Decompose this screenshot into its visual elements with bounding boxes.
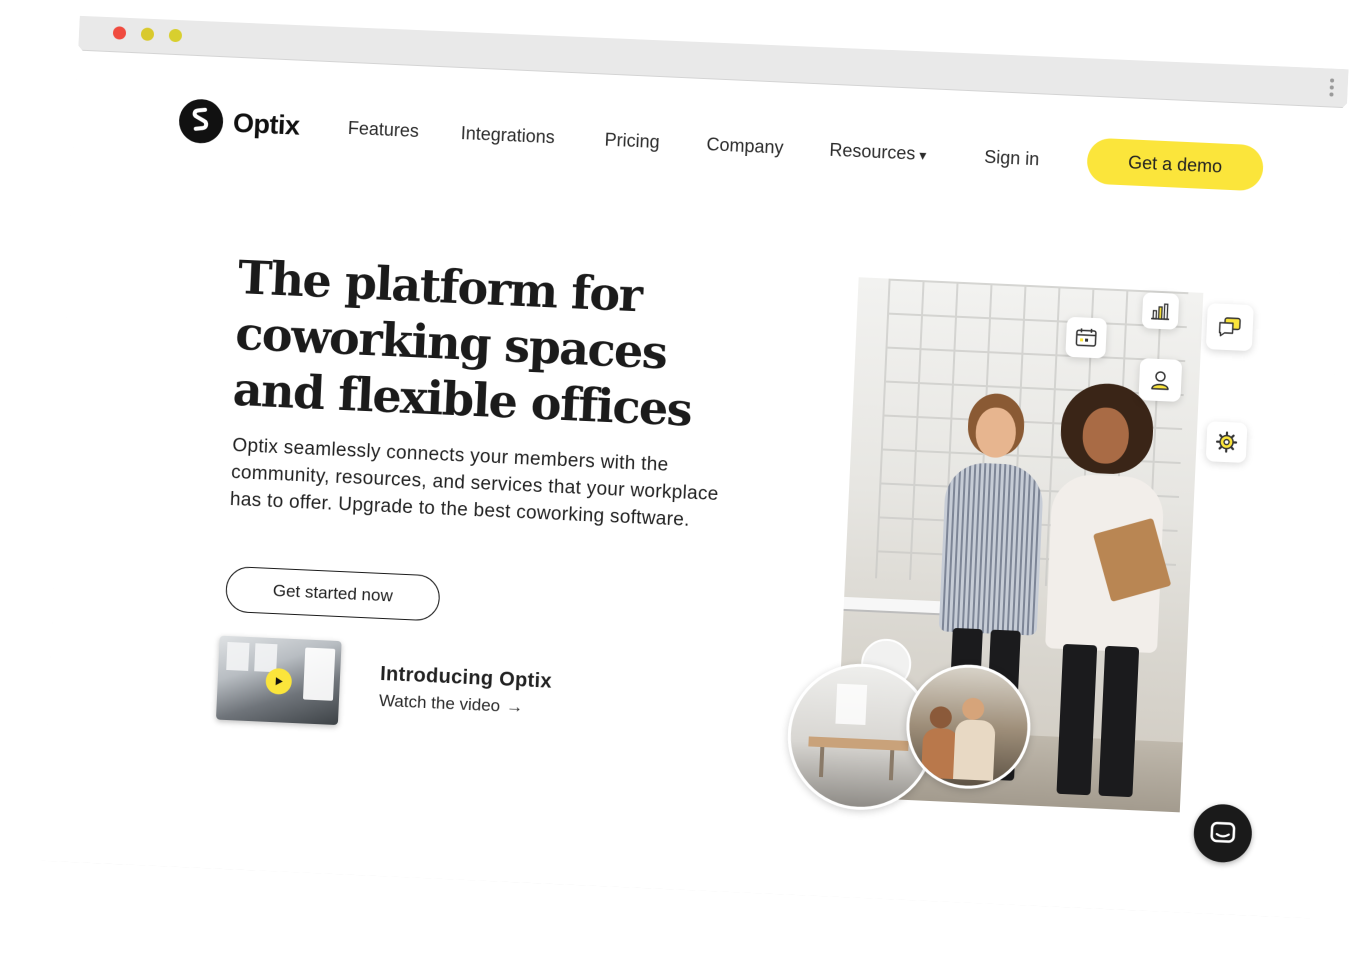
person-right-figure [1030, 381, 1179, 806]
arrow-right-icon: → [505, 696, 524, 717]
calendar-icon [1065, 317, 1107, 359]
browser-menu-icon[interactable] [1329, 78, 1334, 98]
watch-video-label: Watch the video [378, 690, 501, 716]
nav-link-features[interactable]: Features [347, 118, 419, 142]
gear-icon [1206, 421, 1248, 463]
screenshot-stage: Optix Features Integrations Pricing Comp… [0, 0, 1371, 969]
window-maximize-button[interactable] [169, 29, 183, 43]
hero-title: The platform for coworking spaces and fl… [231, 250, 693, 437]
nav-resources-label: Resources [828, 139, 916, 164]
main-navigation: Optix Features Integrations Pricing Comp… [74, 92, 1345, 210]
nav-link-resources[interactable]: Resources ▾ [829, 140, 927, 165]
optix-logo[interactable]: Optix [178, 98, 300, 147]
window-minimize-button[interactable] [141, 27, 155, 41]
browser-titlebar [78, 12, 1348, 109]
browser-window: Optix Features Integrations Pricing Comp… [41, 12, 1348, 919]
window-close-button[interactable] [113, 26, 127, 40]
hero-description: Optix seamlessly connects your members w… [229, 435, 720, 531]
nav-link-pricing[interactable]: Pricing [604, 130, 660, 153]
video-thumbnail[interactable] [216, 636, 342, 725]
get-started-button[interactable]: Get started now [225, 566, 441, 622]
chat-widget-button[interactable] [1193, 803, 1254, 864]
chat-icon [1206, 303, 1254, 351]
caret-down-icon: ▾ [918, 146, 927, 164]
nav-link-integrations[interactable]: Integrations [460, 123, 555, 148]
play-icon[interactable] [265, 668, 292, 695]
nav-link-company[interactable]: Company [706, 134, 784, 158]
bar-chart-icon [1142, 292, 1180, 330]
sign-in-link[interactable]: Sign in [984, 147, 1040, 170]
brand-name: Optix [232, 107, 301, 141]
watch-video-link[interactable]: Watch the video → [379, 691, 524, 718]
get-a-demo-button[interactable]: Get a demo [1086, 138, 1264, 192]
optix-logo-icon [178, 98, 224, 144]
user-icon [1138, 358, 1182, 402]
video-title: Introducing Optix [379, 662, 553, 693]
